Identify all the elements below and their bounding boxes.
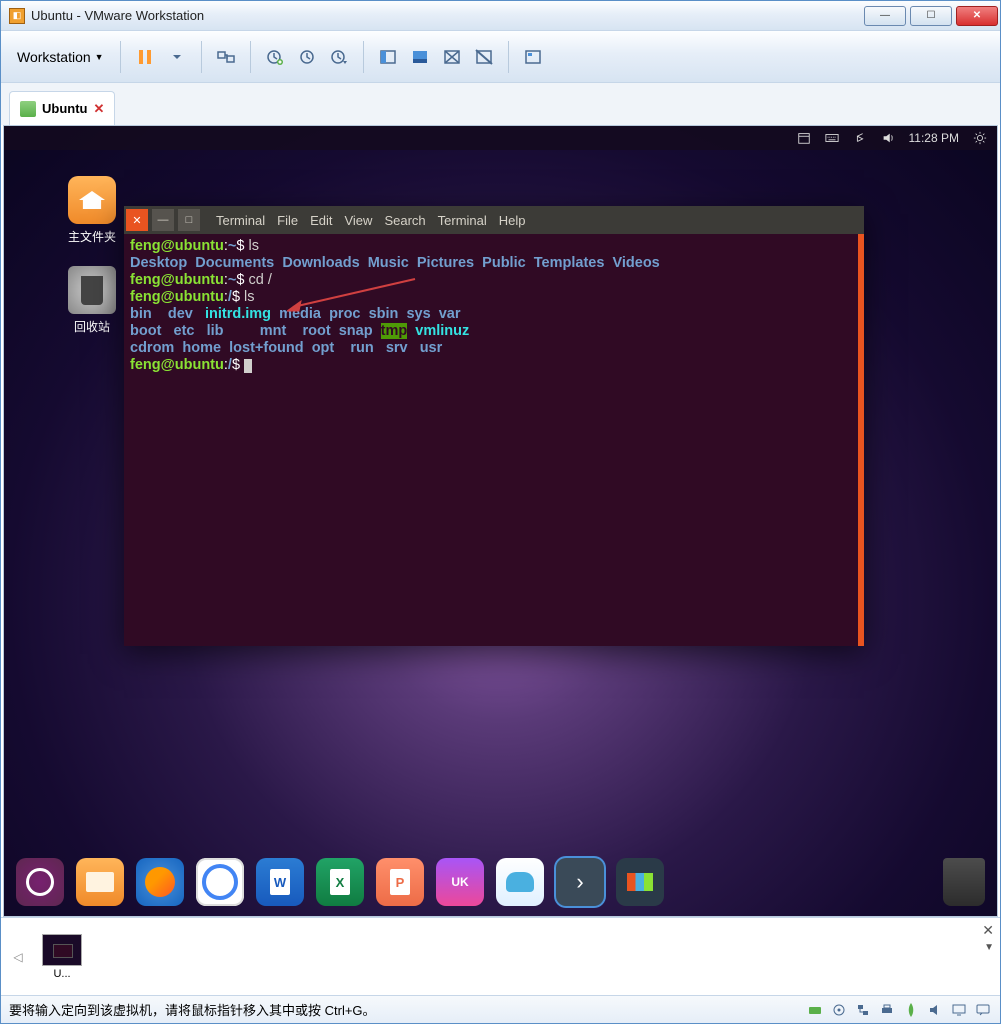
- trash-label: 回收站: [60, 318, 124, 335]
- volume-icon[interactable]: [881, 131, 895, 145]
- terminal-scrollbar[interactable]: [858, 234, 864, 646]
- window-title: Ubuntu - VMware Workstation: [31, 8, 862, 23]
- dock-show-apps-icon[interactable]: [16, 858, 64, 906]
- dock-software-icon[interactable]: UK: [436, 858, 484, 906]
- clock-label[interactable]: 11:28 PM: [909, 131, 959, 145]
- close-button[interactable]: ✕: [956, 6, 998, 26]
- term-menu-file[interactable]: File: [277, 213, 298, 228]
- home-label: 主文件夹: [60, 228, 124, 245]
- status-message-icon[interactable]: [974, 1002, 992, 1018]
- term-menu-terminal[interactable]: Terminal: [216, 213, 265, 228]
- status-sound-icon[interactable]: [926, 1002, 944, 1018]
- desktop-trash-icon[interactable]: 回收站: [60, 266, 124, 335]
- snapshot-revert-icon[interactable]: [293, 43, 321, 71]
- term-maximize-icon[interactable]: □: [178, 209, 200, 231]
- status-cd-icon[interactable]: [830, 1002, 848, 1018]
- vm-viewport[interactable]: 11:28 PM 主文件夹 回收站 ✕ — □ Terminal File: [3, 125, 998, 917]
- thumbnail-label: U...: [33, 968, 91, 980]
- trash-icon: [68, 266, 116, 314]
- vm-tabstrip: Ubuntu ✕: [1, 83, 1000, 125]
- snapshot-take-icon[interactable]: [261, 43, 289, 71]
- dock-excel-icon[interactable]: X: [316, 858, 364, 906]
- statusbar: 要将输入定向到该虚拟机，请将鼠标指针移入其中或按 Ctrl+G。: [1, 995, 1000, 1023]
- pause-dropdown-icon[interactable]: [163, 43, 191, 71]
- gnome-top-panel: 11:28 PM: [4, 126, 997, 150]
- minimize-button[interactable]: —: [864, 6, 906, 26]
- send-keys-icon[interactable]: [212, 43, 240, 71]
- ubuntu-dock: W X P UK ›: [4, 854, 997, 910]
- snapshot-manage-icon[interactable]: [325, 43, 353, 71]
- vm-tab-icon: [20, 101, 36, 117]
- view-stretch-icon[interactable]: [470, 43, 498, 71]
- app-icon: ◧: [9, 8, 25, 24]
- term-menu-terminal[interactable]: Terminal: [438, 213, 487, 228]
- keyboard-icon[interactable]: [825, 131, 839, 145]
- dock-next-icon[interactable]: ›: [556, 858, 604, 906]
- maximize-button[interactable]: ☐: [910, 6, 952, 26]
- status-usb-icon[interactable]: [902, 1002, 920, 1018]
- vm-thumbnail[interactable]: U...: [33, 934, 91, 980]
- terminal-menubar: Terminal File Edit View Search Terminal Help: [216, 213, 526, 228]
- status-printer-icon[interactable]: [878, 1002, 896, 1018]
- gear-icon[interactable]: [973, 131, 987, 145]
- tab-close-icon[interactable]: ✕: [93, 101, 104, 117]
- dock-android-icon[interactable]: [496, 858, 544, 906]
- status-disk-icon[interactable]: [806, 1002, 824, 1018]
- vm-tab-label: Ubuntu: [42, 101, 87, 116]
- annotation-arrow-icon: [287, 277, 417, 318]
- dock-powerpoint-icon[interactable]: P: [376, 858, 424, 906]
- guest-desktop: 11:28 PM 主文件夹 回收站 ✕ — □ Terminal File: [4, 126, 997, 916]
- status-display-icon[interactable]: [950, 1002, 968, 1018]
- vm-tab-ubuntu[interactable]: Ubuntu ✕: [9, 91, 115, 125]
- desktop-home-icon[interactable]: 主文件夹: [60, 176, 124, 245]
- view-unity-icon[interactable]: [438, 43, 466, 71]
- toolbar: Workstation ▼: [1, 31, 1000, 83]
- term-menu-search[interactable]: Search: [384, 213, 425, 228]
- view-fullscreen-icon[interactable]: [406, 43, 434, 71]
- term-minimize-icon[interactable]: —: [152, 209, 174, 231]
- view-library-icon[interactable]: [519, 43, 547, 71]
- status-network-icon[interactable]: [854, 1002, 872, 1018]
- dock-trash-icon[interactable]: [943, 858, 985, 906]
- pause-icon[interactable]: [131, 43, 159, 71]
- term-menu-view[interactable]: View: [344, 213, 372, 228]
- terminal-body[interactable]: feng@ubuntu:~$ lsDesktop Documents Downl…: [124, 234, 864, 646]
- dock-apps-grid-icon[interactable]: [616, 858, 664, 906]
- panel-dropdown-icon[interactable]: ▼: [984, 942, 994, 953]
- workstation-menu[interactable]: Workstation ▼: [11, 45, 110, 69]
- thumbnail-image: [42, 934, 82, 966]
- network-icon[interactable]: [853, 131, 867, 145]
- dock-firefox-icon[interactable]: [136, 858, 184, 906]
- terminal-window[interactable]: ✕ — □ TerminalFileEditViewSearchTerminal…: [124, 206, 864, 646]
- dock-word-icon[interactable]: W: [256, 858, 304, 906]
- dock-files-icon[interactable]: [76, 858, 124, 906]
- window-titlebar: ◧ Ubuntu - VMware Workstation — ☐ ✕: [1, 1, 1000, 31]
- term-menu-edit[interactable]: Edit: [310, 213, 332, 228]
- thumbnail-panel: ◁ U... ✕ ▼: [1, 917, 1000, 995]
- thumb-prev-button[interactable]: ◁: [9, 927, 27, 987]
- panel-close-icon[interactable]: ✕: [982, 922, 994, 939]
- calendar-icon[interactable]: [797, 131, 811, 145]
- status-text: 要将输入定向到该虚拟机，请将鼠标指针移入其中或按 Ctrl+G。: [9, 1000, 376, 1019]
- term-menu-help[interactable]: Help: [499, 213, 526, 228]
- home-folder-icon: [68, 176, 116, 224]
- view-single-icon[interactable]: [374, 43, 402, 71]
- term-close-icon[interactable]: ✕: [126, 209, 148, 231]
- dock-chromium-icon[interactable]: [196, 858, 244, 906]
- terminal-titlebar[interactable]: ✕ — □ TerminalFileEditViewSearchTerminal…: [124, 206, 864, 234]
